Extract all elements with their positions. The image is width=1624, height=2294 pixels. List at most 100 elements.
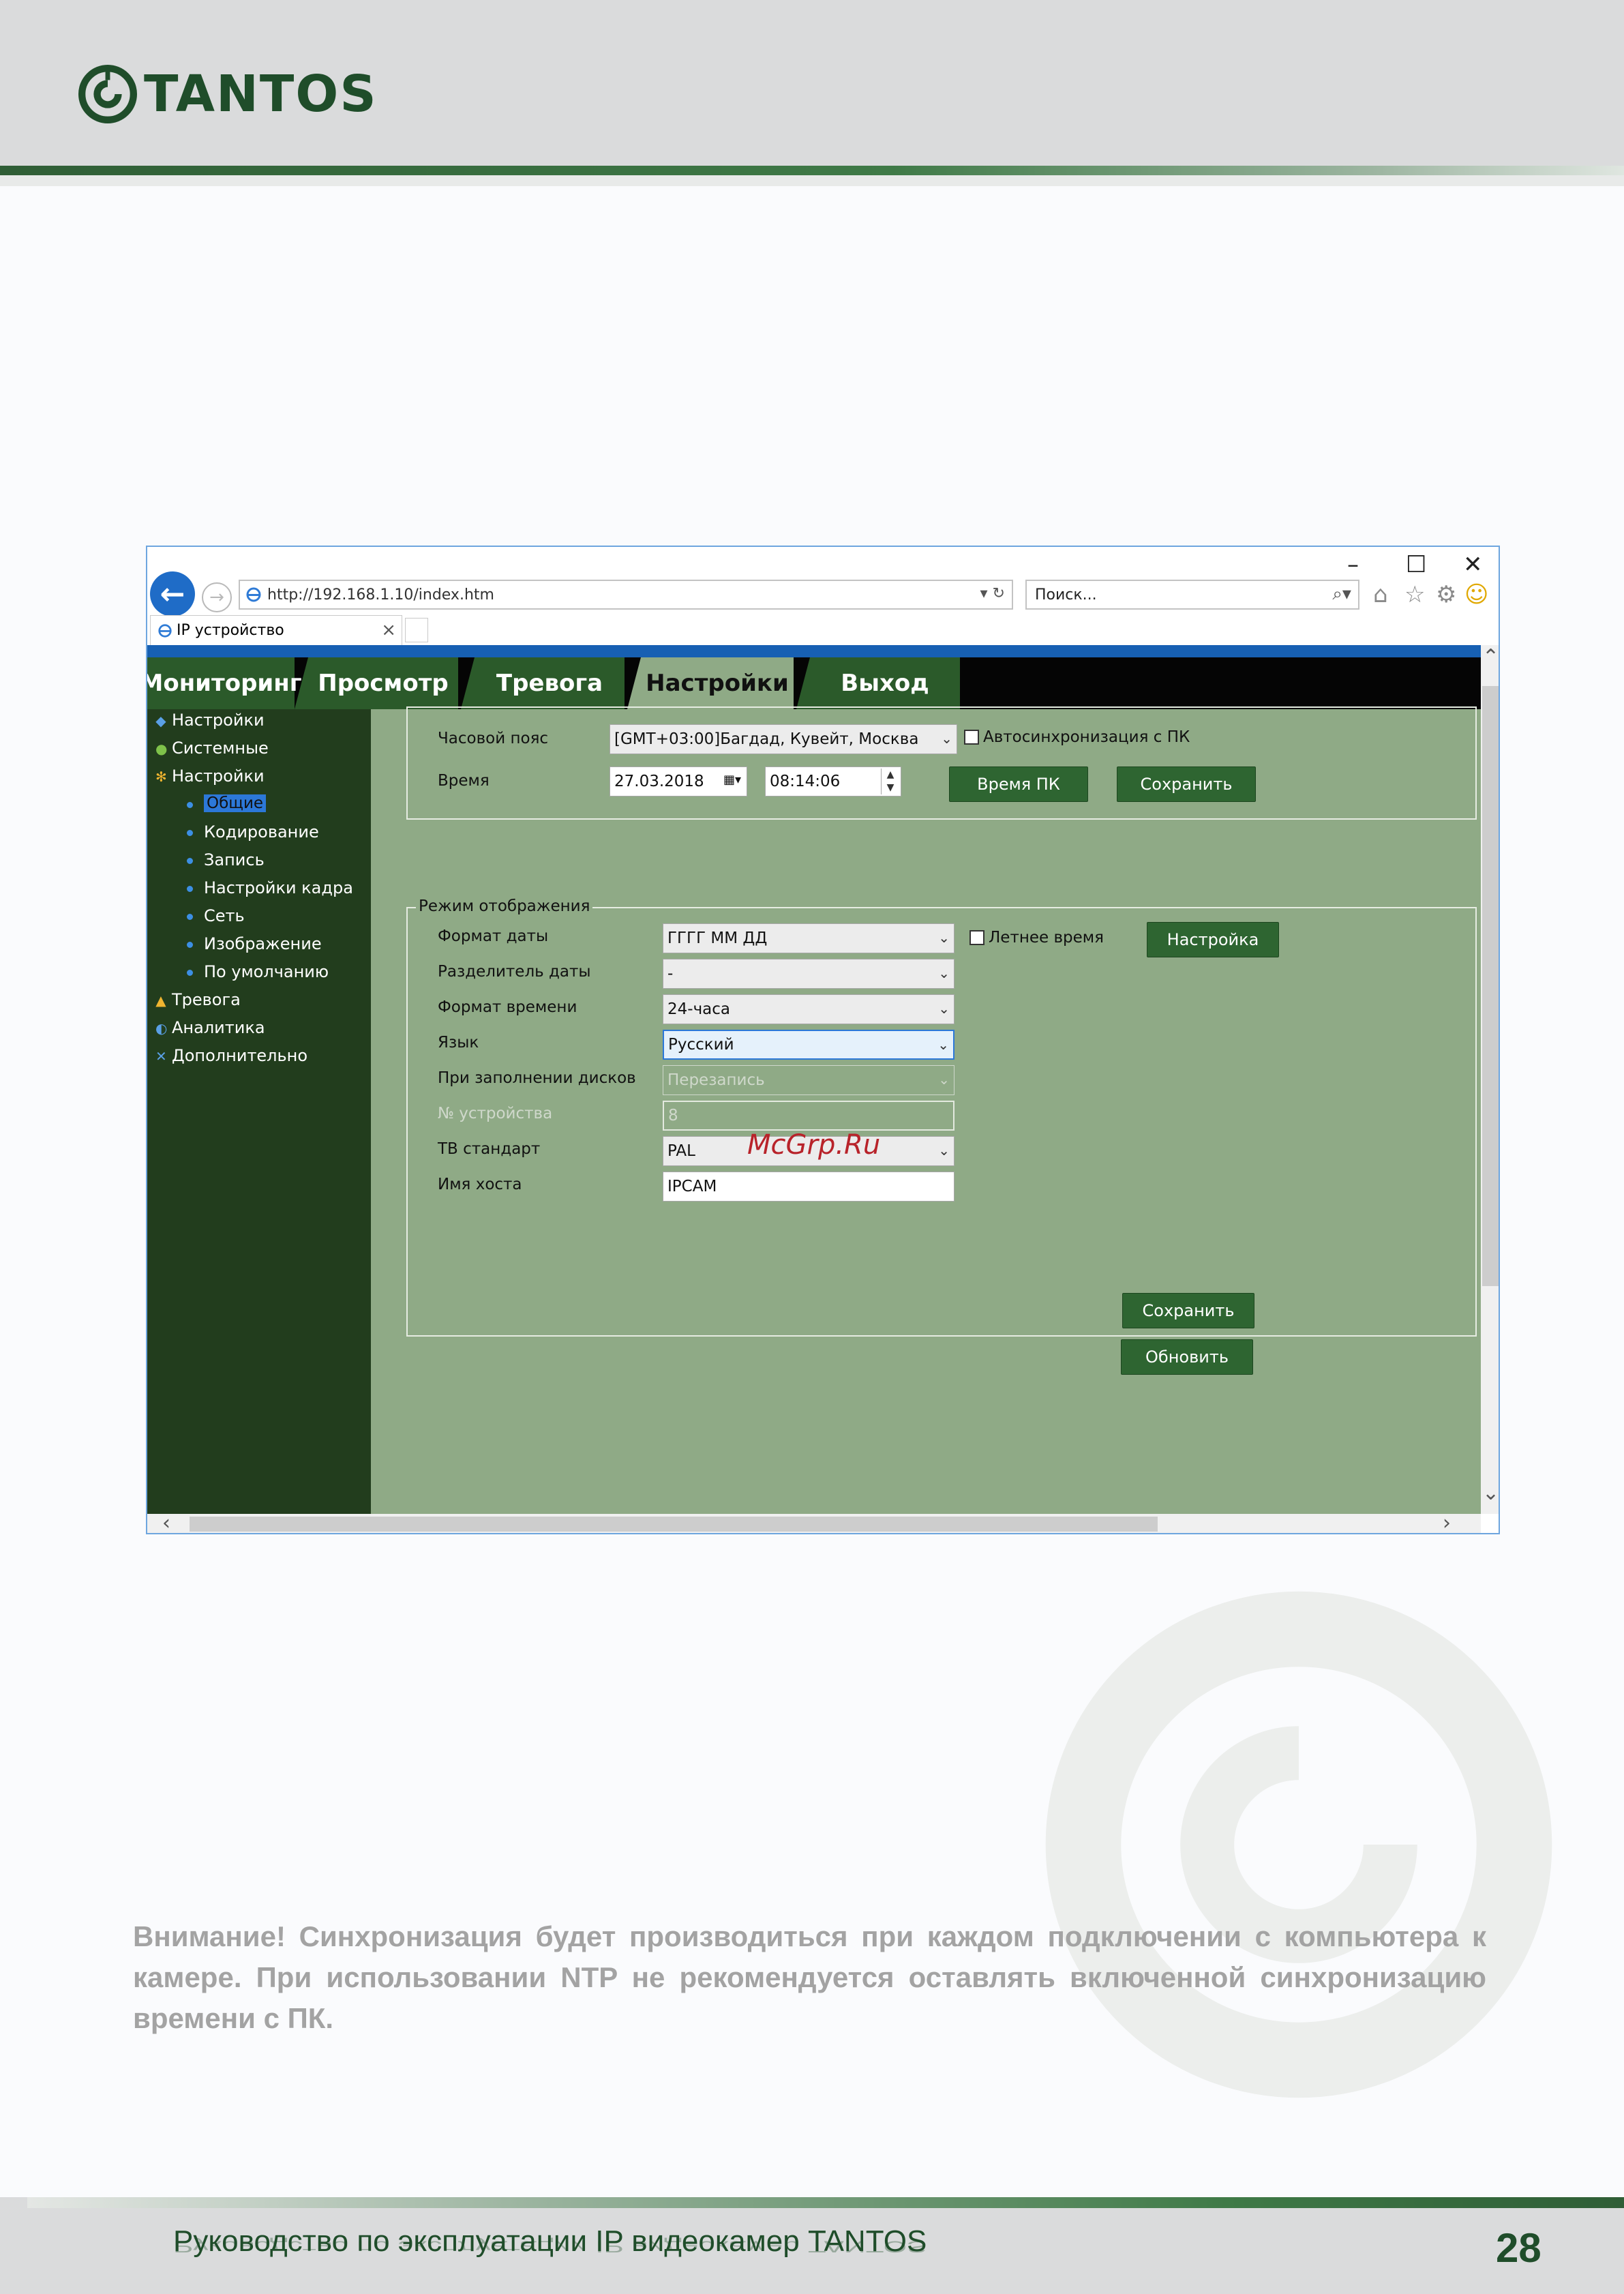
arrow-left-icon: ←	[160, 576, 185, 612]
horizontal-scroll-thumb[interactable]	[190, 1517, 1158, 1532]
refresh-button[interactable]: Обновить	[1121, 1339, 1253, 1375]
sidebar-item-record[interactable]: Запись	[187, 850, 265, 869]
device-number-input[interactable]: 8	[663, 1101, 954, 1131]
save-display-button[interactable]: Сохранить	[1122, 1293, 1254, 1328]
scroll-down-icon[interactable]: ⌄	[1482, 1481, 1499, 1505]
pc-time-button[interactable]: Время ПК	[949, 766, 1088, 802]
logo-text: TANTOS	[144, 65, 378, 123]
sidebar-item-advanced[interactable]: ✕ Дополнительно	[155, 1046, 307, 1065]
tab-monitoring[interactable]: Мониторинг	[147, 657, 302, 709]
footer-stripe	[27, 2197, 1624, 2208]
web-page: Мониторинг Просмотр Тревога Настройки Вы…	[147, 657, 1481, 1514]
back-button[interactable]: ←	[150, 571, 195, 616]
star-icon[interactable]: ☆	[1404, 581, 1425, 608]
sidebar-item-encoding[interactable]: Кодирование	[187, 822, 319, 841]
chevron-down-icon: ⌄	[941, 730, 952, 747]
sidebar-item-network[interactable]: Сеть	[187, 906, 245, 925]
calendar-icon[interactable]: ▦▾	[723, 773, 741, 787]
main-nav: Мониторинг Просмотр Тревога Настройки Вы…	[147, 657, 1481, 709]
page-top-bar	[147, 645, 1481, 657]
tab-settings[interactable]: Настройки	[627, 657, 794, 709]
header-stripe	[0, 166, 1624, 175]
vertical-scrollbar[interactable]: ⌃ ⌄	[1481, 645, 1499, 1514]
sidebar: ◆ Настройки ● Системные ✻ Настройки Общие К…	[147, 709, 371, 1514]
time-fieldset: Часовой пояс [GMT+03:00]Багдад, Кувейт, …	[406, 706, 1477, 820]
ie-icon	[158, 623, 172, 638]
close-icon[interactable]: ✕	[1463, 551, 1483, 578]
date-separator-select[interactable]: - ⌄	[663, 959, 954, 989]
sidebar-item-general[interactable]: Общие	[187, 794, 267, 814]
refresh-icon[interactable]: ▾ ↻	[980, 585, 1005, 602]
tab-alarm[interactable]: Тревога	[461, 657, 625, 709]
arrow-right-icon: →	[209, 587, 224, 608]
sidebar-item-analytics[interactable]: ◐ Аналитика	[155, 1018, 265, 1037]
scroll-left-icon[interactable]: ‹	[162, 1511, 170, 1533]
time-input[interactable]: 08:14:06 ▲ ▼	[765, 766, 901, 796]
gear-icon[interactable]: ⚙	[1436, 581, 1456, 608]
tv-standard-label: ТВ стандарт	[438, 1140, 541, 1158]
date-format-select[interactable]: ГГГГ ММ ДД ⌄	[663, 923, 954, 953]
sidebar-item-settings-main[interactable]: ◆ Настройки	[155, 711, 264, 730]
horizontal-scrollbar[interactable]: ‹ ›	[147, 1511, 1481, 1533]
maximize-icon[interactable]: ☐	[1406, 551, 1426, 578]
address-bar[interactable]: http://192.168.1.10/index.htm ▾ ↻	[239, 580, 1013, 610]
gear-icon: ✻	[155, 769, 167, 785]
disk-full-select[interactable]: Перезапись ⌄	[663, 1065, 954, 1095]
vertical-scroll-thumb[interactable]	[1482, 686, 1499, 1286]
site-watermark: McGrp.Ru	[747, 1129, 881, 1161]
save-time-button[interactable]: Сохранить	[1117, 766, 1256, 802]
browser-tab[interactable]: IP устройство ×	[150, 615, 402, 645]
timezone-label: Часовой пояс	[438, 730, 549, 747]
time-format-label: Формат времени	[438, 998, 577, 1016]
minimize-icon[interactable]: –	[1347, 551, 1359, 578]
home-icon[interactable]: ⌂	[1373, 581, 1388, 608]
timezone-select[interactable]: [GMT+03:00]Багдад, Кувейт, Москва ⌄	[610, 724, 957, 754]
date-format-label: Формат даты	[438, 927, 549, 945]
disk-full-label: При заполнении дисков	[438, 1069, 636, 1087]
sidebar-item-default[interactable]: По умолчанию	[187, 962, 329, 981]
tab-close-icon[interactable]: ×	[381, 620, 396, 640]
language-select[interactable]: Русский ⌄	[663, 1030, 954, 1060]
dst-checkbox[interactable]	[969, 930, 984, 945]
bell-icon: ▲	[155, 992, 166, 1009]
analytics-icon: ◐	[155, 1020, 168, 1037]
hostname-input[interactable]: IPCAM	[663, 1172, 954, 1202]
new-tab-button[interactable]	[405, 618, 428, 642]
search-icon[interactable]: ⌕▾	[1332, 584, 1351, 605]
browser-window: – ☐ ✕ ← → http://192.168.1.10/index.htm …	[146, 546, 1500, 1534]
tab-playback[interactable]: Просмотр	[295, 657, 458, 709]
forward-button[interactable]: →	[202, 582, 232, 612]
display-fieldset: Режим отображения Формат даты ГГГГ ММ ДД…	[406, 897, 1477, 1337]
footer-title-reflection: Руководство по эксплуатации IP видеокаме…	[173, 2237, 927, 2256]
search-input[interactable]: Поиск... ⌕▾	[1025, 580, 1359, 610]
autosync-label: Автосинхронизация с ПК	[983, 728, 1190, 746]
search-placeholder: Поиск...	[1035, 586, 1097, 604]
time-format-select[interactable]: 24-часа ⌄	[663, 994, 954, 1024]
sidebar-item-image[interactable]: Изображение	[187, 934, 322, 953]
tantos-logo: TANTOS	[78, 63, 378, 125]
device-number-label: № устройства	[438, 1105, 553, 1122]
tab-strip: IP устройство ×	[147, 615, 1499, 645]
date-input[interactable]: 27.03.2018 ▦▾	[610, 766, 747, 796]
language-label: Язык	[438, 1034, 479, 1052]
date-separator-label: Разделитель даты	[438, 963, 591, 981]
sidebar-item-alarm[interactable]: ▲ Тревога	[155, 990, 241, 1009]
autosync-checkbox[interactable]	[964, 730, 979, 745]
dst-settings-button[interactable]: Настройка	[1147, 922, 1279, 957]
sidebar-item-frame[interactable]: Настройки кадра	[187, 878, 353, 897]
tab-exit[interactable]: Выход	[796, 657, 960, 709]
page-number: 28	[1496, 2225, 1542, 2271]
tools-icon: ✕	[155, 1048, 167, 1064]
time-label: Время	[438, 772, 490, 790]
scroll-up-icon[interactable]: ⌃	[1482, 645, 1499, 669]
ie-icon	[246, 587, 261, 602]
time-spinner[interactable]: ▲ ▼	[881, 769, 899, 794]
scroll-right-icon[interactable]: ›	[1443, 1511, 1451, 1533]
header-stripe-light	[0, 175, 1624, 186]
display-legend: Режим отображения	[416, 897, 593, 915]
address-text: http://192.168.1.10/index.htm	[267, 586, 494, 604]
sidebar-item-system[interactable]: ● Системные	[155, 739, 269, 758]
smiley-icon[interactable]: ☺	[1464, 581, 1488, 608]
sidebar-item-settings[interactable]: ✻ Настройки	[155, 766, 265, 786]
info-icon: ●	[155, 741, 168, 757]
